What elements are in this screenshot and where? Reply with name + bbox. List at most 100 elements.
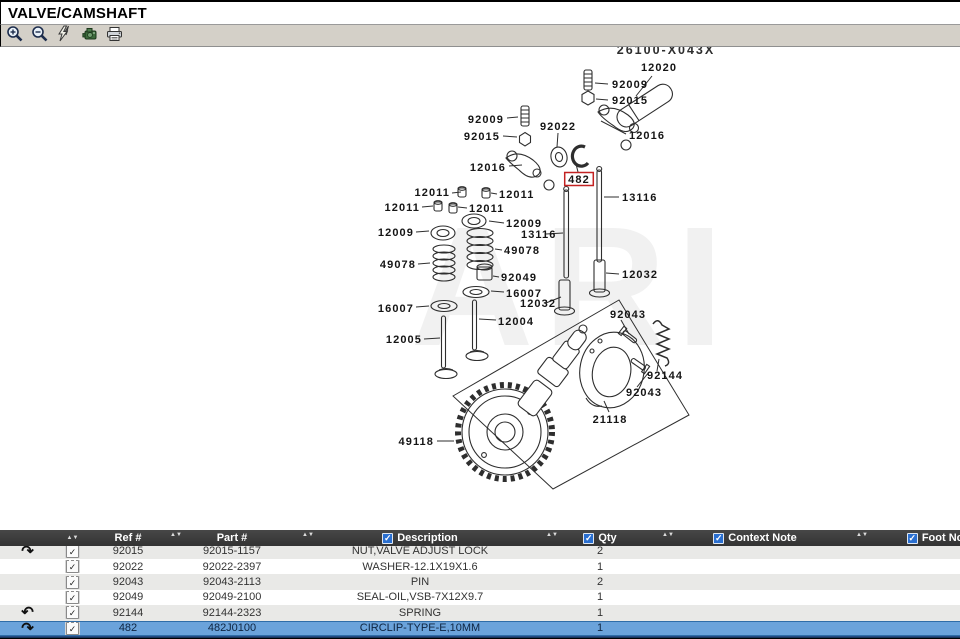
part-label-12011[interactable]: 12011 (385, 202, 420, 214)
col-qty-label: Qty (598, 532, 616, 544)
parts-catalog-window: { "window": { "title": "VALVE/CAMSHAFT" … (0, 0, 960, 639)
cell-part: 92144-2323 (166, 607, 298, 619)
sort-icon[interactable]: ▲▼ (662, 533, 674, 538)
col-actions-header (0, 530, 55, 546)
lightning-hotspot-icon (56, 25, 74, 46)
zoom-in-button[interactable] (4, 26, 25, 46)
context-checkbox[interactable]: ✓ (713, 533, 724, 544)
row-select-cell: ✓ (55, 560, 90, 573)
cell-desc: SPRING (298, 607, 542, 619)
sort-icon[interactable]: ▲▼ (170, 533, 182, 538)
table-row-92015[interactable]: ↷✓9201592015-1157NUT,VALVE ADJUST LOCK2 (0, 546, 960, 559)
sort-icon[interactable]: ▲▼ (302, 533, 314, 538)
zoom-out-icon (31, 25, 49, 46)
table-row-92144[interactable]: ↶✓9214492144-2323SPRING1 (0, 605, 960, 620)
cell-part: 92043-2113 (166, 576, 298, 588)
cell-ref: 92043 (90, 576, 166, 588)
part-label-49078[interactable]: 49078 (504, 245, 540, 257)
part-label-49078[interactable]: 49078 (380, 259, 416, 271)
cell-qty: 1 (542, 622, 658, 634)
part-label-92049[interactable]: 92049 (501, 272, 537, 284)
col-select-header[interactable]: ▲▼ (55, 530, 90, 546)
part-label-92015[interactable]: 92015 (464, 131, 500, 143)
part-label-92009[interactable]: 92009 (468, 114, 504, 126)
row-actions-cell: ↷ (0, 622, 55, 635)
part-label-12004[interactable]: 12004 (498, 316, 534, 328)
cell-ref: 92015 (90, 546, 166, 557)
cell-ref: 482 (90, 622, 166, 634)
row-checkbox-icon[interactable]: ✓ (66, 591, 79, 604)
table-body: ↷✓9201592015-1157NUT,VALVE ADJUST LOCK2✓… (0, 546, 960, 636)
table-row-92049[interactable]: ✓9204992049-2100SEAL-OIL,VSB-7X12X9.71 (0, 590, 960, 605)
table-row-482[interactable]: ↷ ✓ 482482J0100CIRCLIP-TYPE-E,10MM1 (0, 621, 960, 636)
cell-part: 482J0100 (166, 622, 298, 634)
col-ref-header[interactable]: Ref # (90, 530, 166, 546)
part-label-92144[interactable]: 92144 (647, 370, 683, 382)
undo-arrow-icon[interactable]: ↶ (21, 606, 34, 619)
col-qty-header[interactable]: ▲▼ ✓ Qty (542, 530, 658, 546)
part-label-12020[interactable]: 12020 (641, 62, 677, 74)
part-label-13116[interactable]: 13116 (622, 192, 657, 204)
zoom-in-icon (6, 25, 24, 46)
sort-icon[interactable]: ▲▼ (67, 536, 79, 541)
part-label-92043[interactable]: 92043 (610, 309, 646, 321)
part-label-12016[interactable]: 12016 (470, 162, 506, 174)
col-foot-header[interactable]: ▲▼ ✓ Foot Note (852, 530, 960, 546)
table-row-92022[interactable]: ✓9202292022-2397WASHER-12.1X19X1.61 (0, 559, 960, 574)
row-actions-cell: ↶ (0, 606, 55, 619)
print-button[interactable] (104, 26, 125, 46)
table-header-row: ▲▼ Ref # ▲▼Part # ▲▼✓Description ▲▼✓Qty … (0, 530, 960, 546)
part-label-92009[interactable]: 92009 (612, 79, 648, 91)
engine-parts-button[interactable] (79, 26, 100, 46)
cell-qty: 2 (542, 576, 658, 588)
part-label-12011[interactable]: 12011 (415, 187, 450, 199)
cell-ref: 92022 (90, 561, 166, 573)
cell-part: 92022-2397 (166, 561, 298, 573)
qty-checkbox[interactable]: ✓ (583, 533, 594, 544)
part-label-12032[interactable]: 12032 (520, 298, 556, 310)
redo-arrow-icon[interactable]: ↷ (21, 546, 34, 558)
row-checkbox-icon[interactable]: ✓ (66, 560, 79, 573)
part-label-21118[interactable]: 21118 (593, 414, 628, 426)
cell-desc: CIRCLIP-TYPE-E,10MM (298, 622, 542, 634)
sort-icon[interactable]: ▲▼ (856, 533, 868, 538)
row-checkbox-icon[interactable]: ✓ (66, 606, 79, 619)
part-label-49118[interactable]: 49118 (399, 436, 434, 448)
part-label-12005[interactable]: 12005 (386, 334, 422, 346)
part-label-92015[interactable]: 92015 (612, 95, 648, 107)
desc-checkbox[interactable]: ✓ (382, 533, 393, 544)
row-select-cell: ✓ (55, 591, 90, 604)
col-foot-label: Foot Note (922, 532, 960, 544)
part-label-92022[interactable]: 92022 (540, 121, 576, 133)
row-select-cell: ✓ (55, 622, 90, 635)
cell-qty: 1 (542, 591, 658, 603)
part-label-16007[interactable]: 16007 (378, 303, 414, 315)
zoom-out-button[interactable] (29, 26, 50, 46)
part-label-92043[interactable]: 92043 (626, 387, 662, 399)
redo-arrow-icon[interactable]: ↷ (21, 622, 34, 635)
engine-parts-icon (81, 25, 99, 46)
cell-qty: 1 (542, 561, 658, 573)
part-label-482[interactable]: 482 (568, 174, 590, 186)
part-label-12032[interactable]: 12032 (622, 269, 658, 281)
row-actions-cell: ↷ (0, 546, 55, 558)
col-part-header[interactable]: ▲▼ Part # (166, 530, 298, 546)
foot-checkbox[interactable]: ✓ (907, 533, 918, 544)
hotspot-toggle-button[interactable] (54, 26, 75, 46)
part-label-13116[interactable]: 13116 (521, 229, 556, 241)
table-row-92043[interactable]: ✓9204392043-2113PIN2 (0, 574, 960, 589)
row-select-cell: ✓ (55, 546, 90, 558)
parts-table: ▲▼ Ref # ▲▼Part # ▲▼✓Description ▲▼✓Qty … (0, 530, 960, 639)
row-checkbox-icon[interactable]: ✓ (66, 622, 79, 635)
row-checkbox-icon[interactable]: ✓ (66, 576, 79, 589)
col-part-label: Part # (217, 532, 248, 544)
sort-icon[interactable]: ▲▼ (546, 533, 558, 538)
part-label-12011[interactable]: 12011 (469, 203, 504, 215)
col-context-header[interactable]: ▲▼✓Context Note (658, 530, 852, 546)
part-label-12011[interactable]: 12011 (499, 189, 534, 201)
parts-diagram: ARI 26100-X043X (0, 47, 960, 530)
row-checkbox-icon[interactable]: ✓ (66, 546, 79, 558)
part-label-12009[interactable]: 12009 (378, 227, 414, 239)
col-desc-header[interactable]: ▲▼✓Description (298, 530, 542, 546)
part-label-12016[interactable]: 12016 (629, 130, 665, 142)
